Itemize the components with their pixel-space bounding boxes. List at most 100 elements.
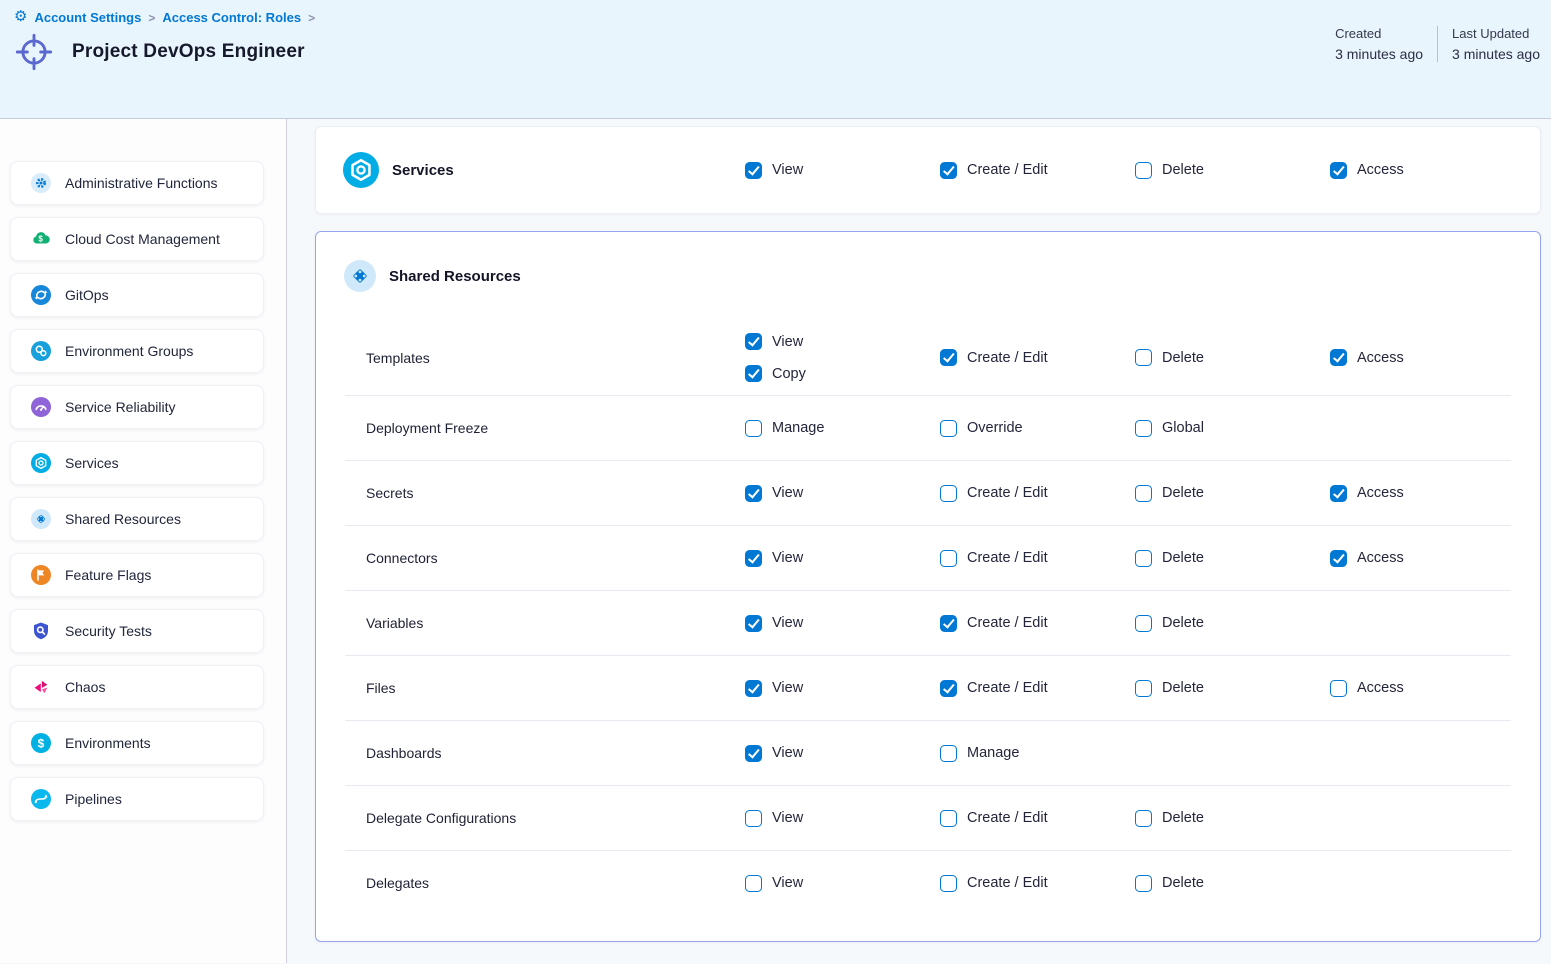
breadcrumb-account-settings[interactable]: Account Settings [34,10,141,25]
checkbox-unchecked-icon[interactable] [1135,615,1152,632]
checkbox-unchecked-icon[interactable] [940,875,957,892]
permission-files-delete-checkbox[interactable]: Delete [1135,680,1330,697]
permission-delegates-create-edit-checkbox[interactable]: Create / Edit [940,875,1135,892]
sidebar-item-label: Environments [65,735,151,751]
sidebar-item-services[interactable]: Services [10,441,264,485]
page-title: Project DevOps Engineer [72,41,305,63]
checkbox-checked-icon[interactable] [1330,349,1347,366]
sidebar-item-administrative-functions[interactable]: Administrative Functions [10,161,264,205]
checkbox-checked-icon[interactable] [745,550,762,567]
permission-connectors-delete-checkbox[interactable]: Delete [1135,550,1330,567]
permission-deployment-freeze-manage-checkbox[interactable]: Manage [745,420,940,437]
sidebar-item-service-reliability[interactable]: Service Reliability [10,385,264,429]
sidebar-item-environments[interactable]: $Environments [10,721,264,765]
checkbox-unchecked-icon[interactable] [1135,680,1152,697]
resource-category-sidebar: Administrative Functions $Cloud Cost Mana… [0,119,287,963]
breadcrumb-access-control-roles[interactable]: Access Control: Roles [162,10,301,25]
permission-delegates-view-checkbox[interactable]: View [745,875,940,892]
chaos-icon [31,677,51,697]
permission-deployment-freeze-global-checkbox[interactable]: Global [1135,420,1330,437]
checkbox-unchecked-icon[interactable] [940,550,957,567]
sidebar-item-feature-flags[interactable]: Feature Flags [10,553,264,597]
permission-label: Manage [772,420,824,436]
permission-files-access-checkbox[interactable]: Access [1330,680,1511,697]
permission-secrets-delete-checkbox[interactable]: Delete [1135,485,1330,502]
sidebar-item-shared-resources[interactable]: Shared Resources [10,497,264,541]
checkbox-checked-icon[interactable] [745,745,762,762]
checkbox-unchecked-icon[interactable] [1135,485,1152,502]
permission-delegate-configurations-delete-checkbox[interactable]: Delete [1135,810,1330,827]
permission-services-access-checkbox[interactable]: Access [1330,162,1540,179]
checkbox-unchecked-icon[interactable] [1135,875,1152,892]
sidebar-item-gitops[interactable]: GitOps [10,273,264,317]
permission-dashboards-manage-checkbox[interactable]: Manage [940,745,1135,762]
permission-templates-delete-checkbox[interactable]: Delete [1135,349,1330,366]
permission-templates-view-checkbox[interactable]: View [745,333,940,350]
permission-services-view-checkbox[interactable]: View [745,162,940,179]
checkbox-checked-icon[interactable] [745,333,762,350]
checkbox-unchecked-icon[interactable] [1135,349,1152,366]
sidebar-item-label: Feature Flags [65,567,151,583]
breadcrumb-separator: > [148,11,155,25]
permission-templates-access-checkbox[interactable]: Access [1330,349,1511,366]
checkbox-checked-icon[interactable] [940,615,957,632]
permission-secrets-view-checkbox[interactable]: View [745,485,940,502]
checkbox-unchecked-icon[interactable] [1135,550,1152,567]
shared-resources-card-title: Shared Resources [389,268,521,285]
checkbox-checked-icon[interactable] [745,485,762,502]
checkbox-checked-icon[interactable] [940,680,957,697]
permission-secrets-create-edit-checkbox[interactable]: Create / Edit [940,485,1135,502]
permission-column: Delete [1135,550,1330,567]
checkbox-unchecked-icon[interactable] [940,420,957,437]
checkbox-checked-icon[interactable] [745,365,762,382]
service-reliability-icon [31,397,51,417]
checkbox-checked-icon[interactable] [1330,485,1347,502]
permission-files-view-checkbox[interactable]: View [745,680,940,697]
sidebar-item-security-tests[interactable]: Security Tests [10,609,264,653]
permission-connectors-create-edit-checkbox[interactable]: Create / Edit [940,550,1135,567]
last-updated-label: Last Updated [1452,26,1540,41]
checkbox-checked-icon[interactable] [745,680,762,697]
permission-delegate-configurations-create-edit-checkbox[interactable]: Create / Edit [940,810,1135,827]
checkbox-unchecked-icon[interactable] [1135,420,1152,437]
checkbox-unchecked-icon[interactable] [745,875,762,892]
sidebar-item-label: Environment Groups [65,343,193,359]
checkbox-unchecked-icon[interactable] [745,420,762,437]
checkbox-checked-icon[interactable] [745,615,762,632]
permission-services-create-edit-checkbox[interactable]: Create / Edit [940,162,1135,179]
checkbox-unchecked-icon[interactable] [940,485,957,502]
permission-variables-delete-checkbox[interactable]: Delete [1135,615,1330,632]
permission-secrets-access-checkbox[interactable]: Access [1330,485,1511,502]
permission-variables-view-checkbox[interactable]: View [745,615,940,632]
checkbox-checked-icon[interactable] [1330,550,1347,567]
permission-delegates-delete-checkbox[interactable]: Delete [1135,875,1330,892]
last-updated-value: 3 minutes ago [1452,46,1540,62]
sidebar-item-environment-groups[interactable]: Environment Groups [10,329,264,373]
permission-connectors-access-checkbox[interactable]: Access [1330,550,1511,567]
checkbox-checked-icon[interactable] [745,162,762,179]
checkbox-unchecked-icon[interactable] [1135,810,1152,827]
checkbox-unchecked-icon[interactable] [745,810,762,827]
checkbox-unchecked-icon[interactable] [1330,680,1347,697]
permission-label: Delete [1162,680,1204,696]
permission-delegate-configurations-view-checkbox[interactable]: View [745,810,940,827]
checkbox-checked-icon[interactable] [1330,162,1347,179]
sidebar-item-cloud-cost-management[interactable]: $Cloud Cost Management [10,217,264,261]
permission-templates-copy-checkbox[interactable]: Copy [745,365,940,382]
permission-services-delete-checkbox[interactable]: Delete [1135,162,1330,179]
security-tests-icon [31,621,51,641]
permission-variables-create-edit-checkbox[interactable]: Create / Edit [940,615,1135,632]
permission-files-create-edit-checkbox[interactable]: Create / Edit [940,680,1135,697]
checkbox-unchecked-icon[interactable] [1135,162,1152,179]
permission-column: Delete [1135,485,1330,502]
checkbox-checked-icon[interactable] [940,162,957,179]
checkbox-unchecked-icon[interactable] [940,810,957,827]
permission-templates-create-edit-checkbox[interactable]: Create / Edit [940,349,1135,366]
permission-deployment-freeze-override-checkbox[interactable]: Override [940,420,1135,437]
checkbox-checked-icon[interactable] [940,349,957,366]
permission-connectors-view-checkbox[interactable]: View [745,550,940,567]
permission-dashboards-view-checkbox[interactable]: View [745,745,940,762]
sidebar-item-chaos[interactable]: Chaos [10,665,264,709]
sidebar-item-pipelines[interactable]: Pipelines [10,777,264,821]
checkbox-unchecked-icon[interactable] [940,745,957,762]
